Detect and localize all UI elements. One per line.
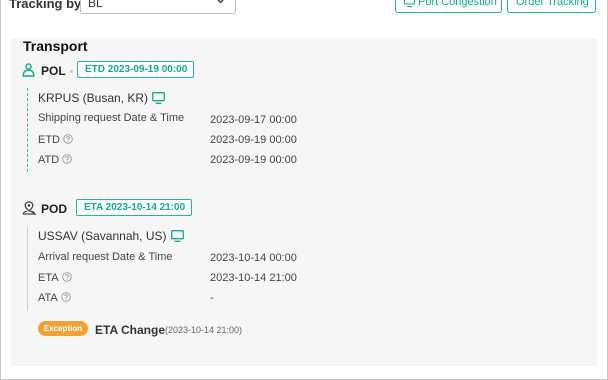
pol-atd-label-text: ATD bbox=[38, 154, 60, 166]
pol-atd-label: ATD bbox=[38, 154, 72, 166]
monitor-icon[interactable] bbox=[170, 230, 184, 242]
monitor-icon bbox=[404, 0, 415, 7]
exception-badge: Exception bbox=[38, 321, 88, 336]
tracking-toolbar: Tracking by BL Port Congestion Order Tra… bbox=[0, 0, 608, 22]
question-circle-icon[interactable] bbox=[61, 292, 71, 302]
pod-location: USSAV (Savannah, US) bbox=[38, 229, 184, 243]
pol-row-label: Shipping request Date & Time bbox=[38, 112, 185, 124]
exception-date: (2023-10-14 21:00) bbox=[165, 325, 243, 335]
pol-etd-tag: ETD 2023-09-19 00:00 bbox=[77, 61, 195, 78]
tracking-by-select[interactable]: BL bbox=[80, 0, 236, 14]
pol-row-value: 2023-09-17 00:00 bbox=[210, 114, 297, 126]
monitor-icon[interactable] bbox=[152, 92, 165, 104]
pol-etd-label-text: ETD bbox=[38, 134, 60, 146]
port-congestion-button[interactable]: Port Congestion bbox=[395, 0, 502, 13]
pod-icon bbox=[22, 201, 36, 215]
question-circle-icon[interactable] bbox=[62, 154, 72, 164]
pod-ata-value: - bbox=[210, 292, 214, 304]
transport-title: Transport bbox=[23, 38, 88, 54]
pod-eta-label: ETA bbox=[38, 272, 72, 284]
pol-etd-label: ETD bbox=[38, 134, 73, 146]
pol-etd-value: 2023-09-19 00:00 bbox=[210, 134, 297, 146]
pol-location: KRPUS (Busan, KR) bbox=[38, 91, 165, 105]
pod-code: POD bbox=[41, 202, 68, 216]
pol-icon bbox=[22, 63, 35, 77]
port-congestion-label: Port Congestion bbox=[418, 0, 497, 8]
pod-ata-label: ATA bbox=[38, 292, 71, 304]
pol-code: POL bbox=[41, 64, 66, 78]
pod-eta-value: 2023-10-14 21:00 bbox=[210, 272, 297, 284]
order-tracking-label: Order Tracking bbox=[516, 0, 589, 8]
pol-atd-value: 2023-09-19 00:00 bbox=[210, 154, 297, 166]
pod-row-value: 2023-10-14 00:00 bbox=[210, 252, 297, 264]
tracking-by-label: Tracking by bbox=[9, 0, 82, 11]
question-circle-icon[interactable] bbox=[63, 134, 73, 144]
tracking-by-select-value: BL bbox=[88, 0, 103, 10]
pod-ata-label-text: ATA bbox=[38, 292, 58, 304]
exception-title: ETA Change bbox=[95, 323, 166, 337]
separator-dot bbox=[70, 70, 73, 73]
order-tracking-button[interactable]: Order Tracking bbox=[507, 0, 596, 13]
pod-eta-tag: ETA 2023-10-14 21:00 bbox=[76, 199, 193, 216]
pod-location-name: USSAV (Savannah, US) bbox=[38, 229, 167, 243]
pol-location-name: KRPUS (Busan, KR) bbox=[38, 91, 149, 105]
pod-timeline-line bbox=[27, 227, 28, 311]
chevron-down-icon bbox=[217, 0, 224, 4]
pod-eta-label-text: ETA bbox=[38, 272, 59, 284]
pol-timeline-line bbox=[27, 88, 28, 172]
question-circle-icon[interactable] bbox=[61, 272, 72, 282]
pod-row-label: Arrival request Date & Time bbox=[38, 251, 173, 263]
